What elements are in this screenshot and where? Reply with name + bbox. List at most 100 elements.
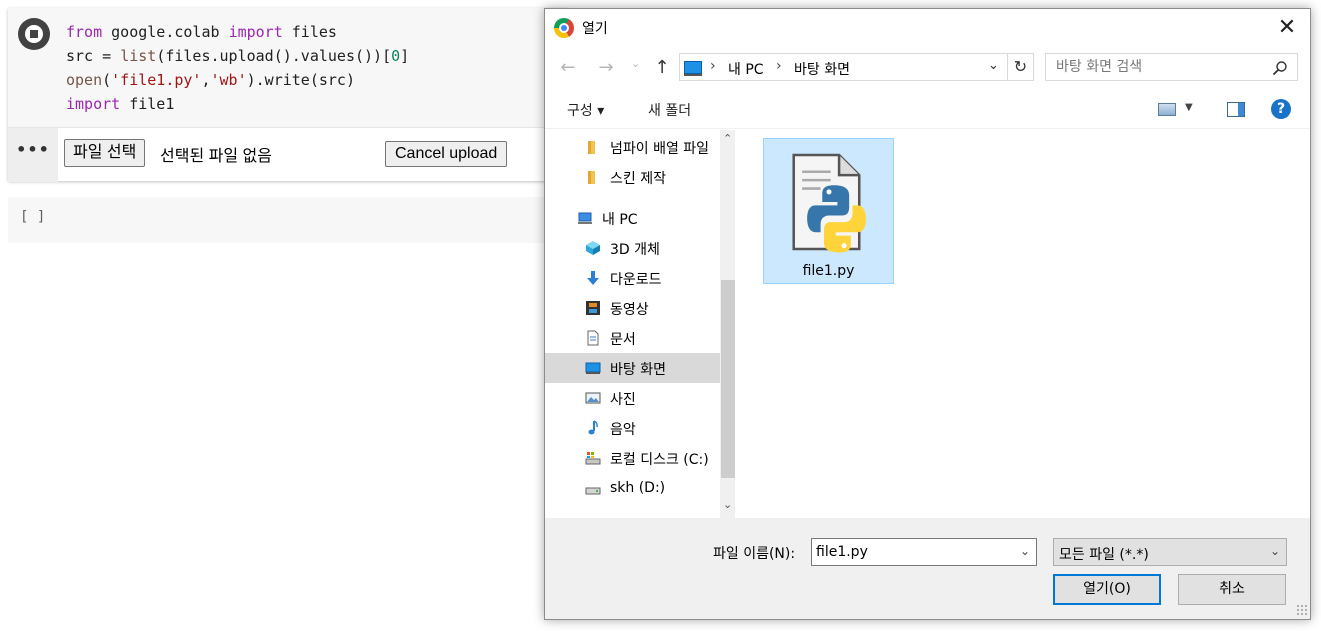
nav-item-label: 동영상	[610, 302, 649, 318]
download-icon	[585, 270, 601, 286]
code-token: import	[228, 23, 283, 41]
nav-item-label: 3D 개체	[610, 242, 660, 258]
search-box[interactable]	[1045, 53, 1298, 81]
choose-file-button[interactable]: 파일 선택	[64, 139, 146, 167]
chevron-down-icon[interactable]: ⌄	[1270, 544, 1280, 558]
navigation-pane[interactable]: skh (D:) 로컬 디스크 (C:) 음악 사진 바탕 화면 문서 동영상 다운로드 3D …	[545, 130, 735, 518]
breadcrumb-my-pc[interactable]: 내 PC	[728, 59, 764, 79]
document-icon	[585, 330, 601, 346]
folder-icon	[585, 169, 601, 185]
python-file-icon	[792, 153, 866, 253]
up-folder-button[interactable]: ↑	[649, 55, 675, 81]
view-options-dropdown[interactable]: ▼	[1185, 102, 1193, 113]
breadcrumb-separator[interactable]: ›	[776, 58, 782, 74]
cancel-button[interactable]: 취소	[1178, 574, 1286, 605]
nav-pane-scrollbar[interactable]: ⌃ ⌄	[720, 130, 735, 518]
nav-item[interactable]: 사진	[545, 383, 720, 413]
nav-item[interactable]: skh (D:)	[545, 474, 720, 504]
nav-item-label: 내 PC	[602, 212, 638, 228]
run-cell-button[interactable]	[18, 18, 50, 50]
nav-item[interactable]: 로컬 디스크 (C:)	[545, 443, 720, 473]
search-icon[interactable]	[1272, 60, 1288, 76]
resize-grip[interactable]	[1296, 604, 1308, 616]
navigation-bar: ← → ⌄ ↑ › 내 PC › 바탕 화면 ⌄ ↻	[545, 51, 1310, 85]
nav-item-label: 로컬 디스크 (C:)	[610, 452, 709, 468]
breadcrumb-desktop[interactable]: 바탕 화면	[794, 59, 850, 79]
dialog-titlebar[interactable]: 열기 ✕	[545, 9, 1310, 47]
breadcrumb-separator[interactable]: ›	[710, 58, 716, 74]
preview-pane-icon[interactable]	[1227, 102, 1245, 117]
nav-item[interactable]: 3D 개체	[545, 233, 720, 263]
code-token: 0	[391, 47, 401, 65]
file-item[interactable]: file1.py	[763, 138, 894, 284]
nav-item[interactable]: 스킨 제작	[545, 162, 720, 192]
music-icon	[585, 420, 601, 436]
file-name-label: file1.py	[802, 263, 855, 279]
drive-icon	[585, 481, 601, 497]
nav-item-label: 음악	[610, 422, 636, 438]
change-view-icon[interactable]	[1158, 103, 1176, 116]
local-disk-icon	[585, 450, 601, 466]
recent-locations-button[interactable]: ⌄	[631, 57, 640, 70]
scroll-down-arrow[interactable]: ⌄	[723, 498, 732, 511]
desktop-icon	[585, 360, 601, 376]
search-input[interactable]	[1046, 54, 1266, 80]
file-name-input[interactable]: file1.py ⌄	[811, 538, 1037, 566]
code-line[interactable]: src = list(files.upload().values())[0]	[66, 44, 409, 68]
organize-button[interactable]: 구성 ▾	[567, 100, 604, 120]
code-token: ).write(src)	[246, 71, 355, 89]
code-token: import	[66, 95, 121, 113]
cancel-upload-button[interactable]: Cancel upload	[385, 141, 508, 167]
file-name-value[interactable]: file1.py	[816, 544, 868, 560]
output-more-button[interactable]: •••	[8, 128, 58, 182]
file-list-area[interactable]: file1.py	[742, 130, 1310, 518]
chevron-down-icon[interactable]: ⌄	[1020, 544, 1030, 558]
nav-item-label: 다운로드	[610, 272, 662, 288]
dialog-footer: 파일 이름(N): file1.py ⌄ 모든 파일 (*.*) ⌄ 열기(O)…	[545, 518, 1310, 619]
code-token: list	[120, 47, 157, 65]
forward-button[interactable]: →	[593, 55, 619, 81]
empty-code-cell[interactable]: [ ]	[8, 197, 548, 243]
back-button[interactable]: ←	[555, 55, 581, 81]
nav-item[interactable]: 넘파이 배열 파일	[545, 132, 720, 162]
chrome-icon	[554, 18, 574, 38]
code-line[interactable]: open('file1.py','wb').write(src)	[66, 68, 409, 92]
open-button[interactable]: 열기(O)	[1053, 574, 1161, 605]
code-token: 'file1.py'	[111, 71, 202, 89]
nav-item[interactable]: 내 PC	[545, 203, 720, 233]
code-token: 'wb'	[210, 71, 247, 89]
video-icon	[585, 300, 601, 316]
address-dropdown[interactable]: ⌄	[988, 58, 999, 73]
code-cell: from google.colab import files src = list…	[8, 8, 568, 182]
help-icon[interactable]: ?	[1271, 99, 1291, 119]
desktop-icon	[684, 61, 702, 76]
file-type-select[interactable]: 모든 파일 (*.*) ⌄	[1053, 538, 1287, 566]
nav-item[interactable]: 음악	[545, 413, 720, 443]
dialog-title: 열기	[582, 21, 608, 37]
computer-icon	[577, 210, 593, 226]
close-button[interactable]: ✕	[1267, 13, 1307, 43]
code-line[interactable]: import file1	[66, 92, 409, 116]
file-name-field-label: 파일 이름(N):	[713, 546, 796, 562]
new-folder-button[interactable]: 새 폴더	[648, 100, 691, 120]
nav-item-label: skh (D:)	[610, 480, 666, 496]
code-editor[interactable]: from google.colab import files src = list…	[66, 20, 409, 116]
file-type-value: 모든 파일 (*.*)	[1059, 547, 1149, 563]
nav-item[interactable]: 다운로드	[545, 263, 720, 293]
code-token: ,	[201, 71, 211, 89]
address-bar[interactable]: › 내 PC › 바탕 화면 ⌄	[679, 53, 1008, 81]
nav-item-label: 문서	[610, 332, 636, 348]
nav-item[interactable]: 문서	[545, 323, 720, 353]
command-toolbar: 구성 ▾ 새 폴더 ▼ ?	[545, 91, 1310, 129]
open-file-dialog: 열기 ✕ ← → ⌄ ↑ › 내 PC › 바탕 화면 ⌄ ↻ 구성 ▾ 새 폴…	[544, 8, 1311, 620]
cube-icon	[585, 240, 601, 256]
scroll-thumb[interactable]	[721, 280, 735, 478]
code-line[interactable]: from google.colab import files	[66, 20, 409, 44]
nav-item-label: 사진	[610, 392, 636, 408]
scroll-up-arrow[interactable]: ⌃	[723, 132, 732, 145]
nav-item[interactable]: 바탕 화면	[545, 353, 720, 383]
refresh-button[interactable]: ↻	[1008, 53, 1034, 81]
no-file-text: 선택된 파일 없음	[160, 148, 272, 165]
nav-item[interactable]: 동영상	[545, 293, 720, 323]
code-token: (	[102, 71, 112, 89]
